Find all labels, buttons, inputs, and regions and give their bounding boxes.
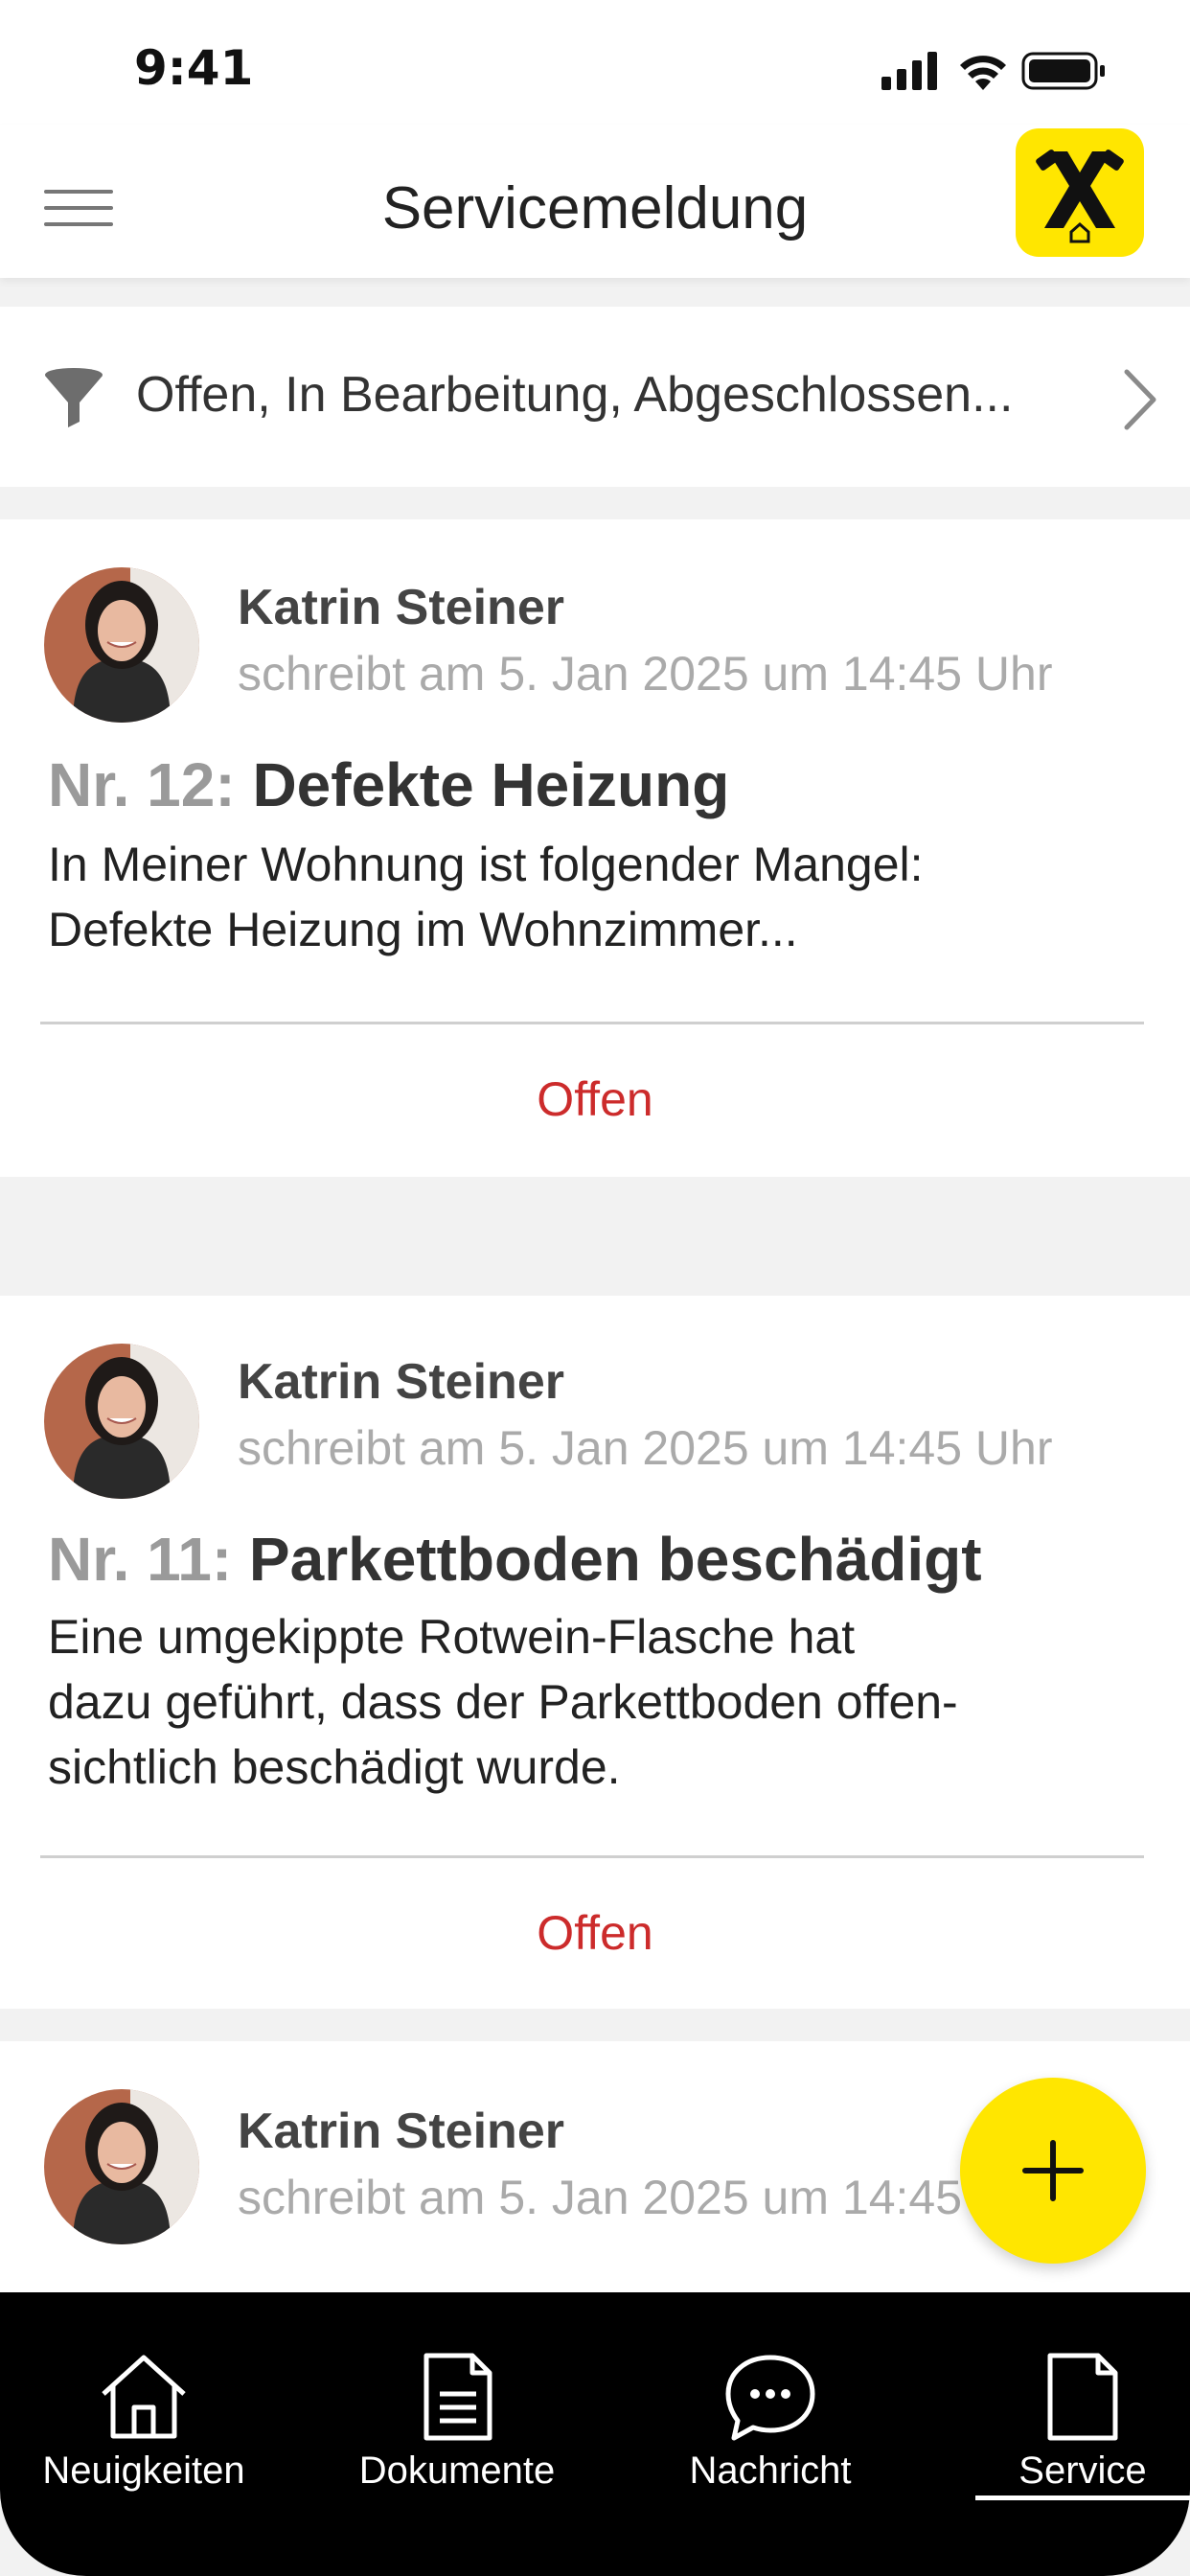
author-name: Katrin Steiner	[238, 1354, 564, 1410]
message-body: In Meiner Wohnung ist folgender Mangel: …	[48, 838, 924, 956]
app-header: Servicemeldung	[0, 125, 1190, 278]
battery-icon	[1021, 52, 1105, 90]
active-tab-indicator	[975, 2496, 1190, 2500]
filter-funnel-icon	[42, 366, 105, 431]
message-number: Nr. 11:	[48, 1525, 233, 1594]
message-subject: Defekte Heizung	[252, 750, 730, 819]
status-icons	[881, 48, 1121, 96]
filter-summary: Offen, In Bearbeitung, Abgeschlossen...	[136, 367, 1014, 423]
tab-service[interactable]: Service	[939, 2292, 1190, 2503]
avatar	[44, 1344, 199, 1499]
document-list-icon	[313, 2352, 601, 2444]
tab-label: Nachricht	[689, 2450, 852, 2492]
message-number: Nr. 12:	[48, 750, 236, 819]
cellular-signal-icon	[881, 52, 937, 90]
message-title: Nr. 11: Parkettboden beschädigt	[48, 1524, 982, 1595]
divider	[40, 1022, 1144, 1024]
message-body: Eine umgekippte Rotwein-Flasche hat dazu…	[48, 1610, 958, 1794]
author-name: Katrin Steiner	[238, 2104, 564, 2159]
status-time: 9:41	[134, 40, 254, 96]
home-icon	[0, 2352, 287, 2444]
bottom-tab-bar: Neuigkeiten Dokumente Nachricht Service	[0, 2292, 1190, 2576]
author-name: Katrin Steiner	[238, 580, 564, 635]
message-timestamp: schreibt am 5. Jan 2025 um 14:45 Uhr	[238, 1421, 1053, 1475]
service-message-card[interactable]: Katrin Steiner schreibt am 5. Jan 2025 u…	[0, 1296, 1190, 2009]
message-timestamp: schreibt am 5. Jan 2025 um 14:45 Uhr	[238, 647, 1053, 701]
tab-dokumente[interactable]: Dokumente	[313, 2292, 601, 2503]
page-title: Servicemeldung	[381, 175, 809, 242]
tab-label: Neuigkeiten	[42, 2450, 245, 2492]
avatar	[44, 2089, 199, 2244]
chevron-right-icon	[1121, 366, 1159, 433]
service-message-card[interactable]: Katrin Steiner schreibt am 5. Jan 2025 u…	[0, 519, 1190, 1177]
message-timestamp: schreibt am 5. Jan 2025 um 14:45 Uhr	[238, 2171, 1053, 2224]
divider	[40, 1855, 1144, 1858]
chat-bubble-icon	[627, 2352, 914, 2444]
tab-neuigkeiten[interactable]: Neuigkeiten	[0, 2292, 287, 2503]
message-title: Nr. 12: Defekte Heizung	[48, 749, 729, 820]
tab-nachricht[interactable]: Nachricht	[627, 2292, 914, 2503]
tab-label: Dokumente	[358, 2450, 556, 2492]
avatar	[44, 567, 199, 723]
status-bar: 9:41	[0, 0, 1190, 142]
status-badge: Offen	[537, 1072, 653, 1126]
filter-bar[interactable]: Offen, In Bearbeitung, Abgeschlossen...	[0, 307, 1190, 487]
message-subject: Parkettboden beschädigt	[248, 1525, 982, 1594]
wifi-icon	[960, 56, 1006, 90]
plus-icon	[1022, 2140, 1084, 2201]
tab-label: Service	[1018, 2450, 1147, 2492]
status-badge: Offen	[537, 1906, 653, 1960]
document-icon	[939, 2352, 1190, 2444]
add-service-request-button[interactable]	[960, 2078, 1146, 2264]
raiffeisen-logo[interactable]	[1016, 128, 1144, 257]
